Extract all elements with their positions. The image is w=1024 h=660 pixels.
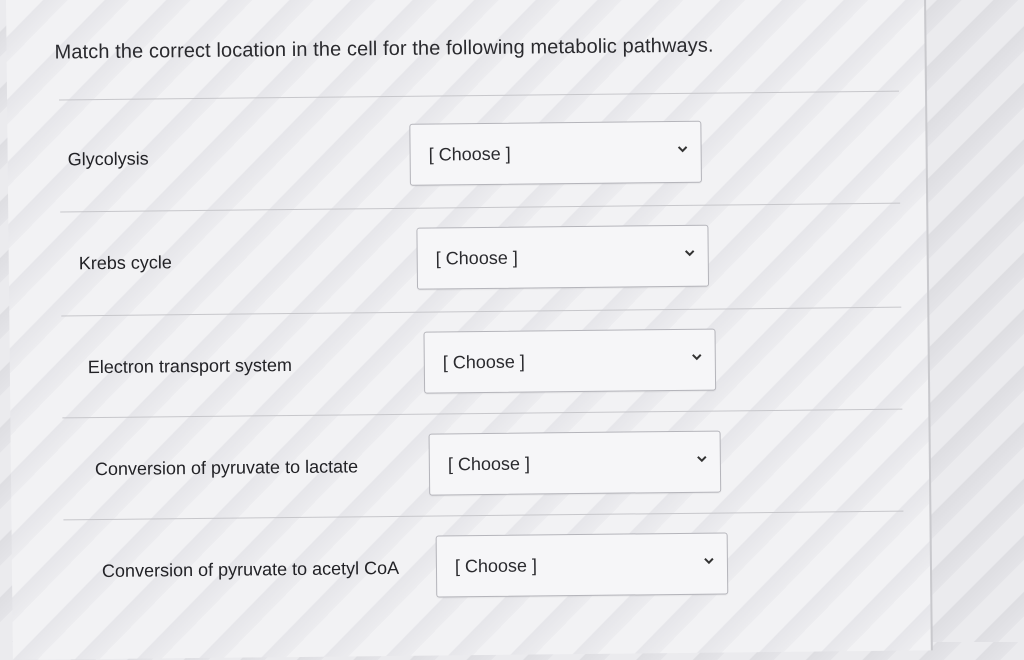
match-row-label: Conversion of pyruvate to lactate [94, 456, 359, 480]
select-value: [ Choose ] [428, 143, 511, 165]
chevron-down-icon [684, 250, 695, 257]
location-select-pyruvate-to-acetyl-coa[interactable]: [ Choose ] [435, 532, 729, 598]
chevron-down-icon [697, 455, 707, 463]
select-value: [ Choose ] [442, 351, 525, 373]
location-select-glycolysis[interactable]: [ Choose ] [409, 120, 702, 186]
match-row-pyruvate-to-acetyl-coa: Conversion of pyruvate to acetyl CoA [ C… [12, 530, 931, 604]
divider [60, 202, 901, 213]
chevron-down-icon [704, 557, 714, 565]
match-row-label: Glycolysis [67, 148, 149, 170]
match-row-krebs-cycle: Krebs cycle [ Choose ] [8, 222, 927, 296]
divider [59, 90, 900, 101]
match-row-label: Electron transport system [87, 355, 293, 378]
match-row-label: Krebs cycle [78, 252, 172, 274]
location-select-krebs-cycle[interactable]: [ Choose ] [416, 224, 710, 290]
location-select-pyruvate-to-lactate[interactable]: [ Choose ] [428, 430, 722, 496]
match-row-pyruvate-to-lactate: Conversion of pyruvate to lactate [ Choo… [11, 428, 930, 502]
chevron-down-icon [692, 354, 702, 361]
divider [62, 408, 903, 419]
select-value: [ Choose ] [435, 247, 518, 269]
location-select-electron-transport-system[interactable]: [ Choose ] [423, 328, 717, 394]
select-value: [ Choose ] [447, 453, 531, 475]
divider [63, 510, 904, 521]
divider [61, 306, 902, 317]
question-text: Match the correct location in the cell f… [54, 34, 714, 64]
chevron-down-icon [677, 146, 688, 153]
quiz-question-panel: Match the correct location in the cell f… [6, 0, 933, 660]
match-row-electron-transport-system: Electron transport system [ Choose ] [10, 326, 929, 400]
match-row-label: Conversion of pyruvate to acetyl CoA [101, 557, 400, 582]
select-value: [ Choose ] [454, 555, 538, 577]
match-row-glycolysis: Glycolysis [ Choose ] [7, 118, 926, 192]
